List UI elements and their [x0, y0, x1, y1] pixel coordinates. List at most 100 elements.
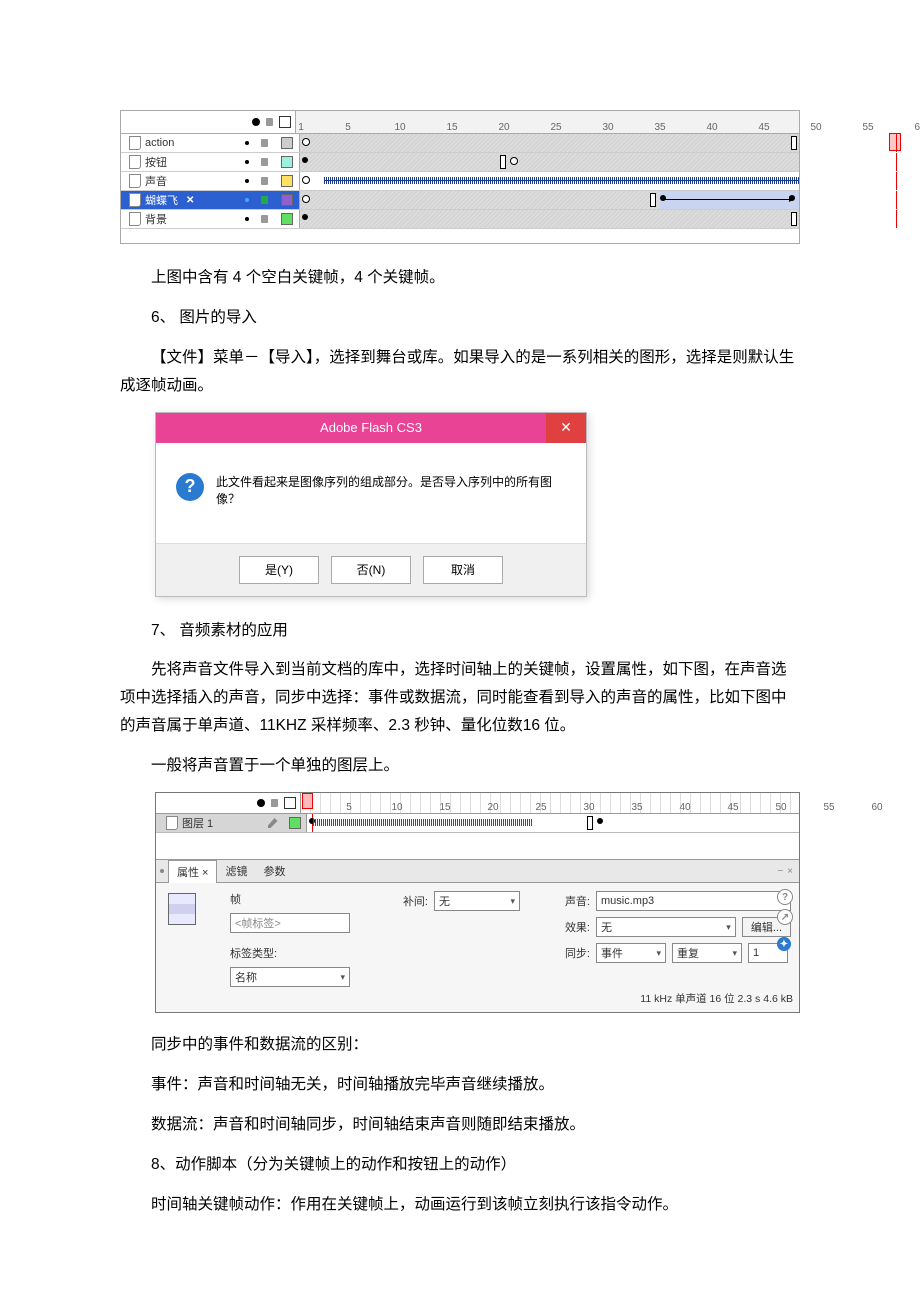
- color-swatch[interactable]: [281, 137, 293, 149]
- body-text: 先将声音文件导入到当前文档的库中，选择时间轴上的关键帧，设置属性，如下图，在声音…: [120, 656, 800, 740]
- tick-label: 10: [394, 122, 405, 133]
- link-icon[interactable]: ↗: [777, 909, 793, 925]
- sync-select[interactable]: 事件▾: [596, 943, 666, 963]
- tick-label: 30: [602, 122, 613, 133]
- layer-icon: [129, 174, 141, 188]
- color-swatch[interactable]: [281, 194, 293, 206]
- pencil-icon: [268, 818, 278, 828]
- frame-heading: 帧: [230, 891, 360, 907]
- keyframe[interactable]: [302, 214, 308, 220]
- repeat-select[interactable]: 重复▾: [672, 943, 742, 963]
- help-icon[interactable]: ?: [777, 889, 793, 905]
- layer-name: 按钮: [145, 154, 167, 170]
- chevron-down-icon: ▾: [340, 972, 345, 983]
- x-icon: ✕: [186, 195, 194, 206]
- question-icon: ?: [176, 473, 204, 501]
- close-icon[interactable]: ×: [787, 866, 793, 877]
- blank-keyframe[interactable]: [510, 157, 518, 165]
- lock-icon: [266, 118, 273, 126]
- tween-select[interactable]: 无▾: [434, 891, 520, 911]
- blank-keyframe[interactable]: [302, 138, 310, 146]
- body-text: 时间轴关键帧动作：作用在关键帧上，动画运行到该帧立刻执行该指令动作。: [120, 1191, 800, 1219]
- color-swatch[interactable]: [281, 175, 293, 187]
- tick-label: 30: [583, 802, 594, 813]
- visibility-icon: [257, 799, 265, 807]
- playhead[interactable]: [302, 793, 313, 809]
- layer-row-selected[interactable]: 蝴蝶飞 ✕: [121, 191, 799, 210]
- layer-row[interactable]: action: [121, 134, 799, 153]
- layer-row[interactable]: 按钮: [121, 153, 799, 172]
- import-dialog: Adobe Flash CS3 ✕ ? 此文件看起来是图像序列的组成部分。是否导…: [155, 412, 587, 597]
- minimize-icon[interactable]: −: [777, 866, 783, 877]
- blank-keyframe[interactable]: [302, 195, 310, 203]
- frame-end: [587, 816, 593, 830]
- body-text: 上图中含有 4 个空白关键帧，4 个关键帧。: [120, 264, 800, 292]
- tab-params[interactable]: 参数: [255, 860, 293, 882]
- lock-icon[interactable]: [261, 139, 268, 147]
- tick-label: 25: [535, 802, 546, 813]
- frame-end: [791, 136, 797, 150]
- chevron-down-icon: ▾: [726, 922, 731, 933]
- close-button[interactable]: ✕: [546, 413, 586, 443]
- effect-select[interactable]: 无▾: [596, 917, 736, 937]
- tab-filters[interactable]: 滤镜: [217, 860, 255, 882]
- lock-icon[interactable]: [261, 177, 268, 185]
- body-text: 一般将声音置于一个单独的图层上。: [120, 752, 800, 780]
- layer-row[interactable]: 声音: [121, 172, 799, 191]
- tick-label: 35: [631, 802, 642, 813]
- body-text: 【文件】菜单－【导入】，选择到舞台或库。如果导入的是一系列相关的图形，选择是则默…: [120, 344, 800, 400]
- tick-label: 50: [810, 122, 821, 133]
- body-text: 数据流：声音和时间轴同步，时间轴结束声音则随即结束播放。: [120, 1111, 800, 1139]
- color-swatch[interactable]: [281, 213, 293, 225]
- tick-label: 25: [550, 122, 561, 133]
- layer-icon: [166, 816, 178, 830]
- dialog-message: 此文件看起来是图像序列的组成部分。是否导入序列中的所有图像？: [216, 473, 566, 507]
- outline-icon: [279, 116, 291, 128]
- color-swatch[interactable]: [289, 817, 301, 829]
- layer-row[interactable]: 图层 1: [156, 814, 799, 833]
- timeline-ruler[interactable]: 5 10 15 20 25 30 35 40 45 50 55 60: [301, 793, 799, 813]
- keyframe[interactable]: [789, 195, 795, 201]
- frame-end: [650, 193, 656, 207]
- blank-keyframe[interactable]: [302, 176, 310, 184]
- playhead[interactable]: [889, 133, 901, 151]
- layer-icon: [129, 155, 141, 169]
- body-text: 7、 音频素材的应用: [120, 617, 800, 645]
- lock-icon[interactable]: [261, 215, 268, 223]
- color-swatch[interactable]: [281, 156, 293, 168]
- motion-tween[interactable]: [660, 191, 799, 209]
- lock-icon[interactable]: [261, 196, 268, 204]
- tick-label: 5: [346, 802, 352, 813]
- keyframe[interactable]: [597, 818, 603, 824]
- tick-label: 45: [758, 122, 769, 133]
- tween-arrow-icon: [665, 199, 794, 200]
- layer-name: 蝴蝶飞: [145, 192, 178, 208]
- audio-waveform: [313, 819, 533, 826]
- outline-icon: [284, 797, 296, 809]
- layer-icon: [129, 193, 141, 207]
- tab-properties[interactable]: 属性 ×: [168, 860, 217, 884]
- dialog-titlebar: Adobe Flash CS3 ✕: [156, 413, 586, 443]
- keyframe[interactable]: [660, 195, 666, 201]
- layer-row[interactable]: 背景: [121, 210, 799, 229]
- sound-select[interactable]: music.mp3▾: [596, 891, 791, 911]
- timeline-panel: 1 5 10 15 20 25 30 35 40 45 50 55 60 act…: [120, 110, 800, 244]
- tick-label: 35: [654, 122, 665, 133]
- star-icon[interactable]: ✦: [777, 937, 791, 951]
- yes-button[interactable]: 是(Y): [239, 556, 319, 584]
- tag-type-label: 标签类型:: [230, 945, 360, 961]
- cancel-button[interactable]: 取消: [423, 556, 503, 584]
- frame-end: [500, 155, 506, 169]
- effect-label: 效果:: [550, 919, 590, 935]
- tick-label: 20: [487, 802, 498, 813]
- tick-label: 45: [727, 802, 738, 813]
- no-button[interactable]: 否(N): [331, 556, 411, 584]
- layer-name: 声音: [145, 173, 167, 189]
- tween-label: 补间:: [390, 893, 428, 909]
- tag-type-select[interactable]: 名称▾: [230, 967, 350, 987]
- lock-icon[interactable]: [261, 158, 268, 166]
- frame-label-input[interactable]: <帧标签>: [230, 913, 350, 933]
- body-text: 事件：声音和时间轴无关，时间轴播放完毕声音继续播放。: [120, 1071, 800, 1099]
- keyframe[interactable]: [302, 157, 308, 163]
- tick-label: 55: [862, 122, 873, 133]
